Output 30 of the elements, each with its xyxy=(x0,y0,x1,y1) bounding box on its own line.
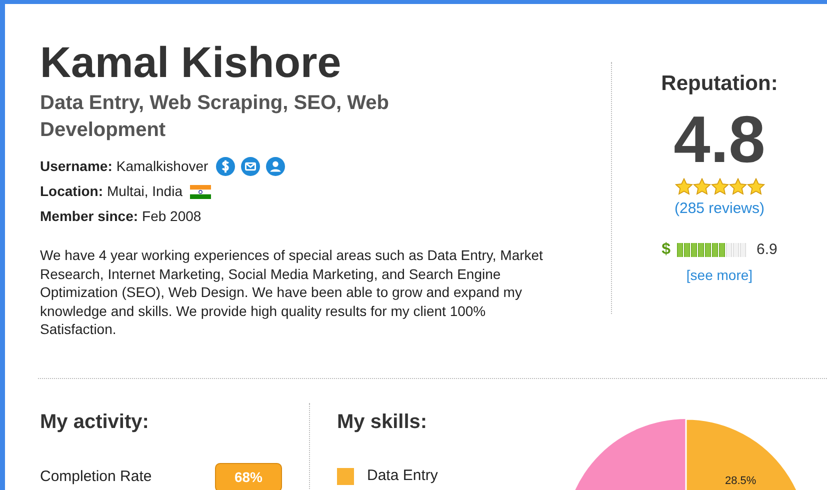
field-label: Location: xyxy=(40,182,103,201)
activity-title: My activity: xyxy=(40,410,150,435)
activity-label: Completion Rate xyxy=(40,467,152,488)
legend-label: Data Entry xyxy=(367,466,438,486)
dollar-icon[interactable] xyxy=(216,157,236,176)
currency-symbol: $ xyxy=(662,240,671,260)
field-value: Kamalkishover xyxy=(116,157,208,176)
slice-label: 28.5% xyxy=(725,474,756,489)
user-icon[interactable] xyxy=(266,157,286,176)
flag-icon xyxy=(190,184,212,198)
star-icon xyxy=(710,178,728,194)
reputation-title: Reputation: xyxy=(661,71,778,97)
reputation-score: 4.8 xyxy=(674,104,766,174)
field-value: Multai, India xyxy=(107,182,182,201)
skills-title: My skills: xyxy=(337,410,428,435)
reviews-link[interactable]: (285 reviews) xyxy=(674,198,765,220)
star-icon xyxy=(728,178,746,194)
field-label: Member since: xyxy=(40,207,138,226)
star-icon xyxy=(746,178,764,194)
see-more-link[interactable]: [see more] xyxy=(686,265,753,286)
star-icon xyxy=(674,178,692,194)
field-value: Feb 2008 xyxy=(142,207,202,226)
field-label: Username: xyxy=(40,157,112,176)
profile-name: Kamal Kishore xyxy=(40,38,342,88)
mail-icon[interactable] xyxy=(241,157,260,176)
profile-description: We have 4 year working experiences of special areas such as Data Entry, Market Research, Internet Marketing, Social Media Marketing, and Search Engine Optimization (SEO), Web Design. We have been able to grow and expand my knowledge and skills. We provide high quality results for my client 100% Satisfaction. xyxy=(40,246,544,338)
profile-headline: Data Entry, Web Scraping, SEO, Web Development xyxy=(40,91,390,143)
percent-badge: 68% xyxy=(215,463,282,490)
star-icon xyxy=(692,178,710,194)
rating-value: 6.9 xyxy=(756,240,778,260)
